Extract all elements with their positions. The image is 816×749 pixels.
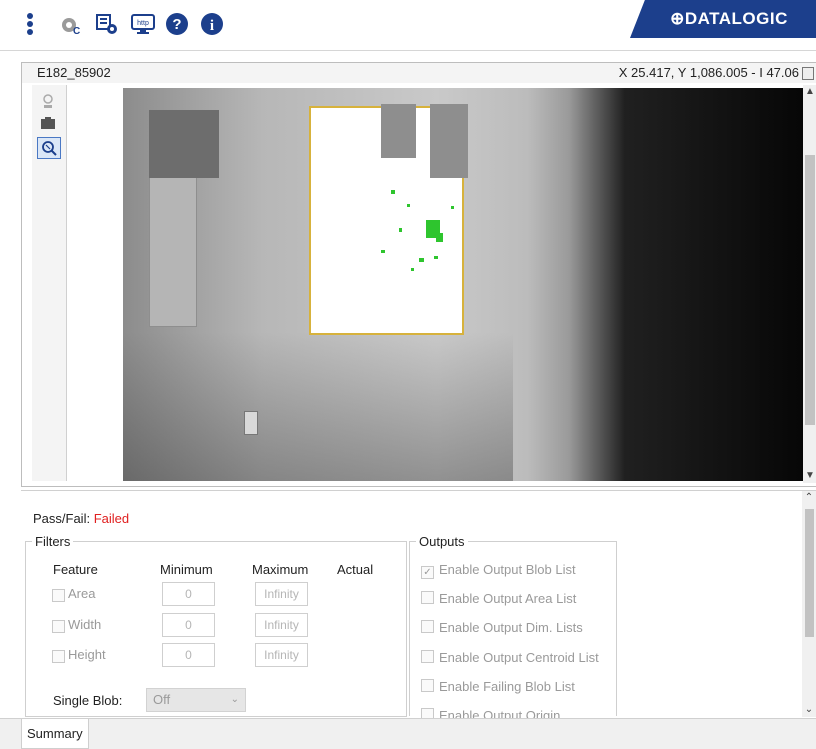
single-blob-value: Off <box>153 692 171 707</box>
tab-summary[interactable]: Summary <box>21 719 89 749</box>
network-settings-icon[interactable] <box>95 12 119 36</box>
scroll-down-icon[interactable]: ⌄ <box>802 703 816 717</box>
blob-mark <box>451 206 454 209</box>
height-min-input[interactable]: 0 <box>162 643 215 667</box>
width-label: Width <box>68 617 102 632</box>
toolbar: C http ? i ⊕DATALOGIC <box>0 0 816 51</box>
datalogic-logo: ⊕DATALOGIC <box>630 0 816 38</box>
pass-fail-label: Pass/Fail: <box>33 511 91 526</box>
output-checkbox[interactable]: ✓ <box>421 566 434 579</box>
output-item[interactable]: Enable Output Centroid List <box>421 650 599 665</box>
minimum-header: Minimum <box>160 562 213 577</box>
actual-header: Actual <box>337 562 374 577</box>
filters-title: Filters <box>32 534 74 549</box>
filters-group: Filters Feature Minimum Maximum Actual A… <box>25 534 407 717</box>
camera-icon[interactable] <box>37 113 59 133</box>
maximum-header: Maximum <box>252 562 309 577</box>
blob-mark <box>391 190 395 194</box>
fixture-shadow <box>149 110 219 178</box>
single-blob-select[interactable]: Off ⌄ <box>146 688 246 712</box>
blob-mark <box>419 258 424 262</box>
pass-fail-status: Pass/Fail: Failed <box>33 511 129 526</box>
area-min-input[interactable]: 0 <box>162 582 215 606</box>
settings-scrollbar[interactable]: ⌃ ⌄ <box>802 491 816 717</box>
output-checkbox[interactable] <box>421 620 434 633</box>
height-max-input[interactable]: Infinity <box>255 643 308 667</box>
single-blob-label: Single Blob: <box>53 693 123 708</box>
output-checkbox[interactable] <box>421 708 434 718</box>
coordinate-readout: X 25.417, Y 1,086.005 - I 47.06 <box>618 65 799 80</box>
svg-text:?: ? <box>172 16 181 33</box>
output-item[interactable]: ✓ Enable Output Blob List <box>421 562 576 579</box>
image-scrollbar[interactable]: ▲ ▼ <box>803 85 816 483</box>
output-label: Enable Output Area List <box>439 591 577 606</box>
output-label: Enable Output Blob List <box>439 562 576 577</box>
blob-mark <box>411 268 414 271</box>
svg-text:C: C <box>73 26 80 36</box>
height-label: Height <box>68 647 106 662</box>
width-max-input[interactable]: Infinity <box>255 613 308 637</box>
area-label: Area <box>68 586 96 601</box>
vertical-dots-icon[interactable] <box>18 12 42 36</box>
scroll-up-icon[interactable]: ⌃ <box>802 491 816 505</box>
info-icon[interactable]: i <box>200 12 224 36</box>
area-checkbox[interactable] <box>52 589 65 602</box>
readout-toggle-icon[interactable] <box>802 67 814 80</box>
scroll-thumb[interactable] <box>805 155 815 425</box>
output-item[interactable]: Enable Output Origin <box>421 708 560 718</box>
http-icon[interactable]: http <box>131 12 155 36</box>
scroll-down-icon[interactable]: ▼ <box>803 469 816 483</box>
output-item[interactable]: Enable Failing Blob List <box>421 679 575 694</box>
height-checkbox[interactable] <box>52 650 65 663</box>
http-label: http <box>137 20 149 27</box>
image-header: E182_85902 X 25.417, Y 1,086.005 - I 47.… <box>22 63 816 83</box>
output-item[interactable]: Enable Output Dim. Lists <box>421 620 583 635</box>
image-tools <box>32 85 67 481</box>
output-item[interactable]: Enable Output Area List <box>421 591 576 606</box>
output-label: Enable Failing Blob List <box>439 679 575 694</box>
feature-header: Feature <box>53 562 98 577</box>
output-checkbox[interactable] <box>421 650 434 663</box>
zoom-icon[interactable] <box>37 137 61 159</box>
image-name: E182_85902 <box>37 65 111 80</box>
settings-panel: Pass/Fail: Failed Filters Feature Minimu… <box>21 490 816 719</box>
part-tab <box>381 104 416 158</box>
camera-shadow <box>123 331 514 481</box>
area-max-input[interactable]: Infinity <box>255 582 308 606</box>
width-checkbox[interactable] <box>52 620 65 633</box>
zoom-fit-icon[interactable] <box>37 91 59 111</box>
blob-mark <box>407 204 410 207</box>
logo-text: ⊕DATALOGIC <box>670 9 788 28</box>
output-label: Enable Output Dim. Lists <box>439 620 583 635</box>
bottom-tabbar: Summary <box>0 718 816 749</box>
output-checkbox[interactable] <box>421 679 434 692</box>
blob-mark <box>399 228 402 232</box>
svg-text:i: i <box>210 18 214 34</box>
part-tab <box>430 104 468 178</box>
pass-fail-value: Failed <box>93 511 130 526</box>
outputs-title: Outputs <box>416 534 468 549</box>
help-icon[interactable]: ? <box>165 12 189 36</box>
opc-settings-icon[interactable]: C <box>60 12 84 36</box>
blob-mark <box>434 256 438 259</box>
indicator-light <box>244 411 258 435</box>
blob-mark <box>381 250 385 253</box>
output-label: Enable Output Centroid List <box>439 650 599 665</box>
camera-image[interactable] <box>123 88 816 481</box>
chevron-down-icon: ⌄ <box>230 694 239 705</box>
width-min-input[interactable]: 0 <box>162 613 215 637</box>
blob-mark <box>436 233 443 242</box>
output-checkbox[interactable] <box>421 591 434 604</box>
output-label: Enable Output Origin <box>439 708 561 718</box>
scroll-thumb[interactable] <box>805 509 814 637</box>
image-panel: E182_85902 X 25.417, Y 1,086.005 - I 47.… <box>21 62 816 487</box>
scroll-up-icon[interactable]: ▲ <box>803 85 816 99</box>
outputs-group: Outputs ✓ Enable Output Blob List Enable … <box>409 534 617 718</box>
